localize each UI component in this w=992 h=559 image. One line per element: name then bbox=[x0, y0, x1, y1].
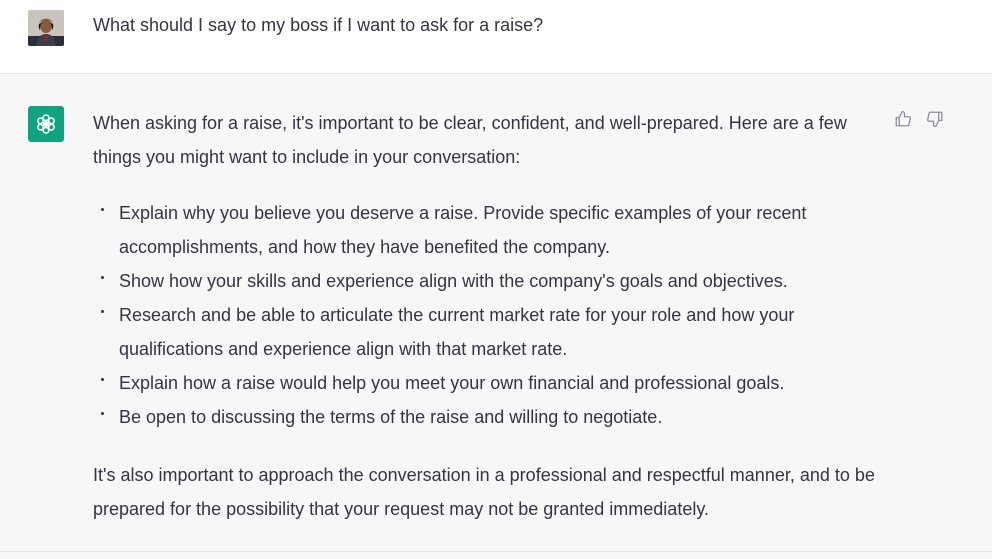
thumbs-up-button[interactable] bbox=[893, 109, 913, 129]
user-message-row: What should I say to my boss if I want t… bbox=[0, 0, 992, 74]
bullet-item: Be open to discussing the terms of the r… bbox=[101, 400, 883, 434]
assistant-closing-paragraph: It's also important to approach the conv… bbox=[93, 465, 875, 519]
user-avatar bbox=[28, 10, 64, 46]
bullet-item: Show how your skills and experience alig… bbox=[101, 264, 883, 298]
bullet-item: Explain how a raise would help you meet … bbox=[101, 366, 883, 400]
assistant-message-body: When asking for a raise, it's important … bbox=[93, 106, 883, 526]
assistant-message-row: When asking for a raise, it's important … bbox=[0, 74, 992, 552]
bullet-item: Explain why you believe you deserve a ra… bbox=[101, 196, 883, 264]
openai-logo-icon bbox=[37, 114, 55, 134]
user-message-text: What should I say to my boss if I want t… bbox=[93, 15, 544, 35]
thumbs-up-icon bbox=[895, 110, 911, 127]
feedback-buttons bbox=[893, 109, 945, 129]
user-avatar-image bbox=[28, 10, 64, 46]
assistant-intro-paragraph: When asking for a raise, it's important … bbox=[93, 113, 847, 167]
thumbs-down-button[interactable] bbox=[925, 109, 945, 129]
assistant-avatar bbox=[28, 106, 64, 142]
assistant-bullet-list: Explain why you believe you deserve a ra… bbox=[93, 196, 883, 434]
bullet-item: Research and be able to articulate the c… bbox=[101, 298, 883, 366]
thumbs-down-icon bbox=[927, 111, 943, 128]
